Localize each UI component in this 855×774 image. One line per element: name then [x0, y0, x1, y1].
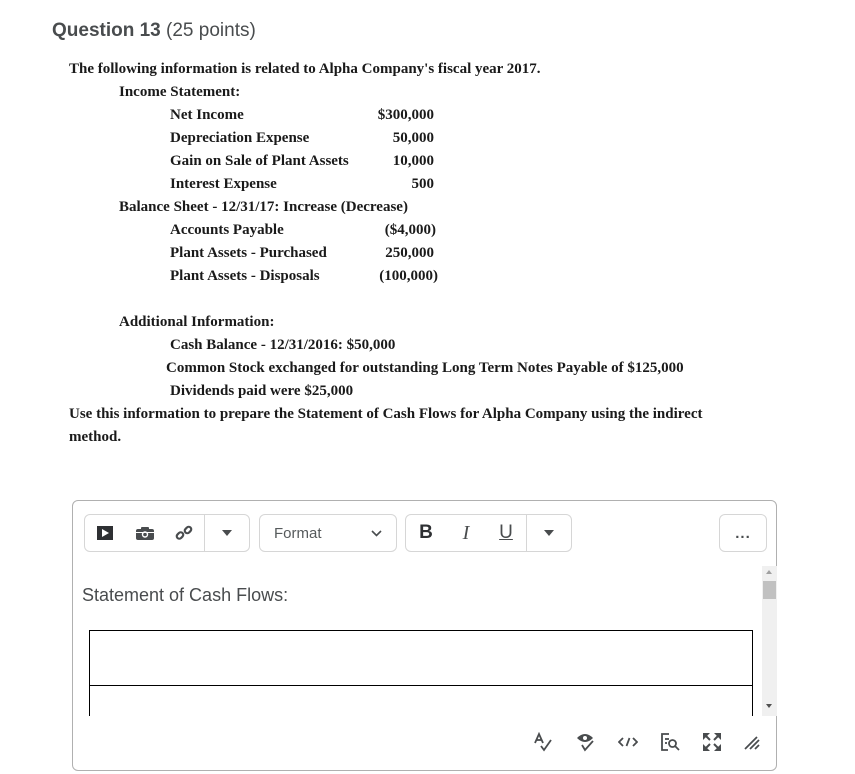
link-icon: [176, 525, 193, 540]
fullscreen-button[interactable]: [701, 731, 723, 753]
table-cell[interactable]: [89, 685, 753, 716]
question-points: (25 points): [166, 20, 256, 41]
is-row-label: Depreciation Expense: [170, 130, 310, 146]
is-row-label: Interest Expense: [170, 176, 277, 192]
is-row-value: $300,000: [377, 107, 434, 123]
spellcheck-button[interactable]: [532, 731, 554, 753]
accessibility-check-icon: [577, 734, 594, 752]
bs-row-value: (100,000): [379, 268, 438, 284]
format-select-value: Format: [274, 524, 322, 542]
insert-video-button[interactable]: [85, 515, 125, 551]
caret-down-icon: [222, 530, 233, 536]
table-cell[interactable]: [89, 630, 753, 686]
intro-text: The following information is related to …: [69, 61, 541, 77]
bs-row-value: ($4,000): [384, 222, 436, 238]
scroll-thumb[interactable]: [763, 581, 776, 599]
additional-info-item: Cash Balance - 12/31/2016: $50,000: [170, 337, 396, 353]
table-row: [89, 685, 753, 716]
is-row-value: 50,000: [392, 130, 434, 146]
format-select[interactable]: Format: [259, 514, 397, 552]
resize-handle-icon: [744, 736, 760, 750]
is-row-label: Net Income: [170, 107, 244, 123]
balance-sheet-heading: Balance Sheet - 12/31/17: Increase (Decr…: [119, 199, 408, 215]
insert-link-button[interactable]: [165, 515, 205, 551]
scroll-up-arrow-icon[interactable]: [766, 570, 772, 574]
instruction-text-cont: method.: [69, 429, 122, 445]
income-statement-heading: Income Statement:: [119, 84, 241, 100]
is-row-label: Gain on Sale of Plant Assets: [170, 153, 349, 169]
chevron-down-icon: [371, 529, 382, 537]
bs-row-label: Accounts Payable: [170, 222, 284, 238]
is-row-value: 500: [411, 176, 435, 192]
bold-button[interactable]: B: [406, 515, 446, 551]
question-header: Question 13 (25 points): [52, 20, 256, 42]
accessibility-check-button[interactable]: [575, 731, 597, 753]
table-row: [89, 630, 753, 686]
bs-row-label: Plant Assets - Purchased: [170, 245, 327, 261]
source-code-icon: [618, 737, 638, 747]
instruction-text: Use this information to prepare the Stat…: [69, 406, 703, 422]
insert-image-button[interactable]: [125, 515, 165, 551]
ellipsis-icon: ...: [735, 524, 751, 542]
fullscreen-icon: [703, 733, 721, 751]
text-style-toolbar-group: B I U: [405, 514, 572, 552]
additional-info-item: Common Stock exchanged for outstanding L…: [166, 360, 684, 376]
resize-handle[interactable]: [741, 731, 763, 753]
editor-content[interactable]: Statement of Cash Flows:: [74, 566, 762, 716]
more-actions-button[interactable]: ...: [719, 514, 767, 552]
spellcheck-icon: [534, 732, 552, 752]
more-insert-dropdown[interactable]: [205, 515, 249, 551]
camera-icon: [135, 526, 154, 540]
answer-editor: Format B I U ... Statement of Cash Flows…: [72, 500, 777, 771]
italic-button[interactable]: I: [446, 515, 486, 551]
question-number: Question 13: [52, 20, 161, 41]
preview-icon: [661, 733, 680, 751]
additional-info-item: Dividends paid were $25,000: [170, 383, 354, 399]
video-icon: [96, 526, 113, 540]
content-title: Statement of Cash Flows:: [82, 585, 289, 605]
bs-row-value: 250,000: [385, 245, 434, 261]
insert-toolbar-group: [84, 514, 250, 552]
is-row-value: 10,000: [392, 153, 434, 169]
additional-info-heading: Additional Information:: [119, 314, 275, 330]
preview-button[interactable]: [659, 731, 681, 753]
more-text-style-dropdown[interactable]: [527, 515, 571, 551]
caret-down-icon: [544, 530, 554, 536]
underline-button[interactable]: U: [486, 515, 526, 551]
source-code-button[interactable]: [617, 731, 639, 753]
bs-row-label: Plant Assets - Disposals: [170, 268, 320, 284]
scroll-down-arrow-icon[interactable]: [766, 704, 772, 708]
content-scrollbar[interactable]: [762, 566, 777, 716]
cash-flow-table: [89, 630, 753, 716]
